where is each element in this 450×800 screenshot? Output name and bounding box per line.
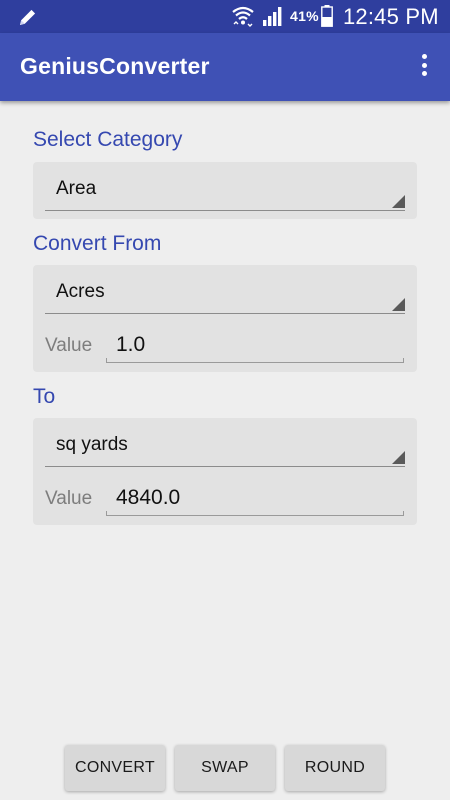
input-underline-corner <box>106 511 107 516</box>
dropdown-arrow-icon <box>392 451 405 464</box>
convert-from-card: Acres Value <box>33 265 417 372</box>
screen: 41% 12:45 PM GeniusConverter Select Cate… <box>0 0 450 800</box>
category-spinner[interactable]: Area <box>45 166 405 211</box>
dropdown-arrow-icon <box>392 298 405 311</box>
convert-to-card: sq yards Value <box>33 418 417 525</box>
input-underline-corner <box>106 358 107 363</box>
dropdown-arrow-icon <box>392 195 405 208</box>
round-button[interactable]: ROUND <box>285 745 385 791</box>
to-label: To <box>33 385 56 408</box>
clock: 12:45 PM <box>343 4 439 29</box>
battery-percent: 41% <box>290 8 319 24</box>
category-selected: Area <box>56 178 97 199</box>
app-bar: GeniusConverter <box>0 33 450 101</box>
overflow-menu-icon[interactable] <box>416 54 432 82</box>
pencil-icon <box>20 9 36 25</box>
from-value-input[interactable] <box>106 327 404 363</box>
status-bar: 41% 12:45 PM <box>0 0 450 33</box>
battery-icon <box>321 5 333 27</box>
convert-button[interactable]: CONVERT <box>65 745 165 791</box>
input-underline-corner <box>403 511 404 516</box>
to-unit-selected: sq yards <box>56 434 128 455</box>
from-value-label: Value <box>45 335 93 356</box>
to-value-input[interactable] <box>106 480 404 516</box>
select-category-label: Select Category <box>33 128 183 151</box>
swap-button[interactable]: SWAP <box>175 745 275 791</box>
from-unit-spinner[interactable]: Acres <box>45 269 405 314</box>
input-underline-corner <box>403 358 404 363</box>
category-card: Area <box>33 162 417 219</box>
to-value-label: Value <box>45 488 93 509</box>
from-unit-selected: Acres <box>56 281 105 302</box>
convert-from-label: Convert From <box>33 232 162 255</box>
signal-icon <box>263 7 282 26</box>
app-title: GeniusConverter <box>20 53 210 79</box>
wifi-icon <box>232 6 254 27</box>
to-unit-spinner[interactable]: sq yards <box>45 422 405 467</box>
